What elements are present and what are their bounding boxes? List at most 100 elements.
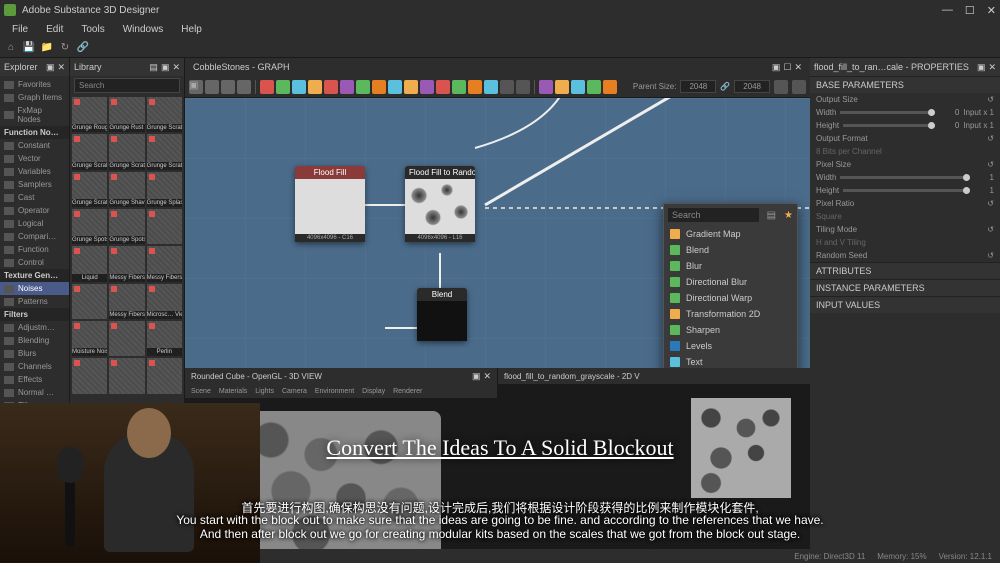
library-thumb[interactable]: Grunge Spots Dirty: [109, 209, 144, 244]
save-icon[interactable]: 💾: [22, 41, 36, 55]
library-thumb[interactable]: Grunge Scratch…: [109, 134, 144, 169]
lock-icon[interactable]: 🔗: [720, 82, 730, 91]
star-icon[interactable]: ★: [782, 210, 795, 221]
folder-icon[interactable]: 📁: [40, 41, 54, 55]
node-icon[interactable]: [420, 80, 434, 94]
maximize-icon[interactable]: ☐: [965, 4, 975, 17]
library-thumb[interactable]: [109, 358, 144, 393]
menu-tools[interactable]: Tools: [73, 22, 112, 37]
menu-edit[interactable]: Edit: [38, 22, 71, 37]
library-thumb[interactable]: Microsc… View: [147, 284, 182, 319]
explorer-item[interactable]: Blending: [0, 334, 69, 347]
panel-pin-icon[interactable]: ▣: [46, 62, 55, 73]
camera-icon[interactable]: [205, 80, 219, 94]
viewport-menu-item[interactable]: Lights: [255, 388, 274, 395]
library-thumb[interactable]: Messy Fibers 1: [109, 246, 144, 281]
node-icon[interactable]: [324, 80, 338, 94]
viewport-menu-item[interactable]: Materials: [219, 388, 247, 395]
home-icon[interactable]: ⌂: [4, 41, 18, 55]
node-icon[interactable]: [388, 80, 402, 94]
reset-icon[interactable]: ↺: [987, 95, 994, 104]
explorer-item[interactable]: Filters: [0, 308, 69, 321]
context-menu-item[interactable]: Text: [664, 354, 797, 368]
explorer-item[interactable]: Function No…: [0, 126, 69, 139]
node-icon[interactable]: [276, 80, 290, 94]
library-search[interactable]: Search: [74, 78, 180, 93]
node-icon[interactable]: [404, 80, 418, 94]
node-icon[interactable]: [260, 80, 274, 94]
reset-icon[interactable]: ↺: [987, 225, 994, 234]
library-thumb[interactable]: Grunge Scratch…: [147, 97, 182, 132]
explorer-item[interactable]: Operator: [0, 204, 69, 217]
explorer-item[interactable]: Constant: [0, 139, 69, 152]
parent-height-dropdown[interactable]: 2048: [734, 80, 770, 93]
node-icon[interactable]: [452, 80, 466, 94]
explorer-item[interactable]: Variables: [0, 165, 69, 178]
node-icon[interactable]: [571, 80, 585, 94]
library-thumb[interactable]: Grunge Spots: [72, 209, 107, 244]
node-icon[interactable]: [468, 80, 482, 94]
settings-icon[interactable]: [774, 80, 788, 94]
target-icon[interactable]: [237, 80, 251, 94]
val-pixel-height[interactable]: 1: [974, 186, 994, 195]
node-flood-fill-random[interactable]: Flood Fill to Random Gr… 4096x4096 - L16: [405, 166, 475, 242]
node-icon[interactable]: [516, 80, 530, 94]
reset-icon[interactable]: ↺: [987, 160, 994, 169]
node-icon[interactable]: [555, 80, 569, 94]
library-thumb[interactable]: [72, 284, 107, 319]
explorer-item[interactable]: Compari…: [0, 230, 69, 243]
node-icon[interactable]: [308, 80, 322, 94]
node-icon[interactable]: [292, 80, 306, 94]
menu-help[interactable]: Help: [173, 22, 210, 37]
explorer-item[interactable]: FxMap Nodes: [0, 104, 69, 126]
menu-file[interactable]: File: [4, 22, 36, 37]
section-base-parameters[interactable]: BASE PARAMETERS: [810, 76, 1000, 93]
close-icon[interactable]: ✕: [987, 4, 996, 17]
settings-icon[interactable]: [792, 80, 806, 94]
explorer-item[interactable]: Favorites: [0, 78, 69, 91]
panel-pin-icon[interactable]: ▣: [472, 371, 481, 382]
explorer-item[interactable]: Logical: [0, 217, 69, 230]
reset-icon[interactable]: ↺: [987, 251, 994, 260]
explorer-item[interactable]: Blurs: [0, 347, 69, 360]
val-height[interactable]: 0: [939, 121, 959, 130]
viewport-menu-item[interactable]: Renderer: [393, 388, 422, 395]
node-icon[interactable]: [587, 80, 601, 94]
node-icon[interactable]: [484, 80, 498, 94]
explorer-item[interactable]: Cast: [0, 191, 69, 204]
context-menu-item[interactable]: Directional Warp: [664, 290, 797, 306]
explorer-item[interactable]: Function: [0, 243, 69, 256]
explorer-item[interactable]: Graph Items: [0, 91, 69, 104]
explorer-item[interactable]: Effects: [0, 373, 69, 386]
library-thumb[interactable]: Messy Fibers 2: [147, 246, 182, 281]
panel-pin-icon[interactable]: ▣: [977, 62, 986, 73]
context-menu-item[interactable]: Gradient Map: [664, 226, 797, 242]
library-thumb[interactable]: Moisture Noise: [72, 321, 107, 356]
val-pixel-ratio[interactable]: Square: [816, 212, 842, 221]
node-icon[interactable]: [340, 80, 354, 94]
slider-pixel-height[interactable]: [843, 189, 970, 192]
context-menu-item[interactable]: Sharpen: [664, 322, 797, 338]
library-thumb[interactable]: Grunge Rust Fine: [109, 97, 144, 132]
library-thumb[interactable]: [72, 358, 107, 393]
node-icon[interactable]: [500, 80, 514, 94]
panel-pin-icon[interactable]: ▣: [772, 62, 781, 73]
panel-pin-icon[interactable]: ▣: [161, 62, 170, 73]
tool-icon[interactable]: ▣: [189, 80, 203, 94]
section-input-values[interactable]: INPUT VALUES: [810, 296, 1000, 313]
context-menu-item[interactable]: Levels: [664, 338, 797, 354]
library-thumb[interactable]: Grunge Scratch…: [72, 172, 107, 207]
explorer-item[interactable]: Channels: [0, 360, 69, 373]
link-icon[interactable]: 🔗: [76, 41, 90, 55]
explorer-item[interactable]: Vector: [0, 152, 69, 165]
library-thumb[interactable]: [147, 209, 182, 244]
node-icon[interactable]: [372, 80, 386, 94]
viewport-menu-item[interactable]: Scene: [191, 388, 211, 395]
node-icon[interactable]: [603, 80, 617, 94]
node-blend[interactable]: Blend: [417, 288, 467, 341]
graph-canvas[interactable]: Flood Fill 4096x4096 - C16 Flood Fill to…: [185, 98, 810, 368]
panel-close-icon[interactable]: ✕: [57, 62, 65, 73]
explorer-item[interactable]: Control: [0, 256, 69, 269]
viewport-menu-item[interactable]: Camera: [282, 388, 307, 395]
minimize-icon[interactable]: —: [942, 4, 953, 17]
